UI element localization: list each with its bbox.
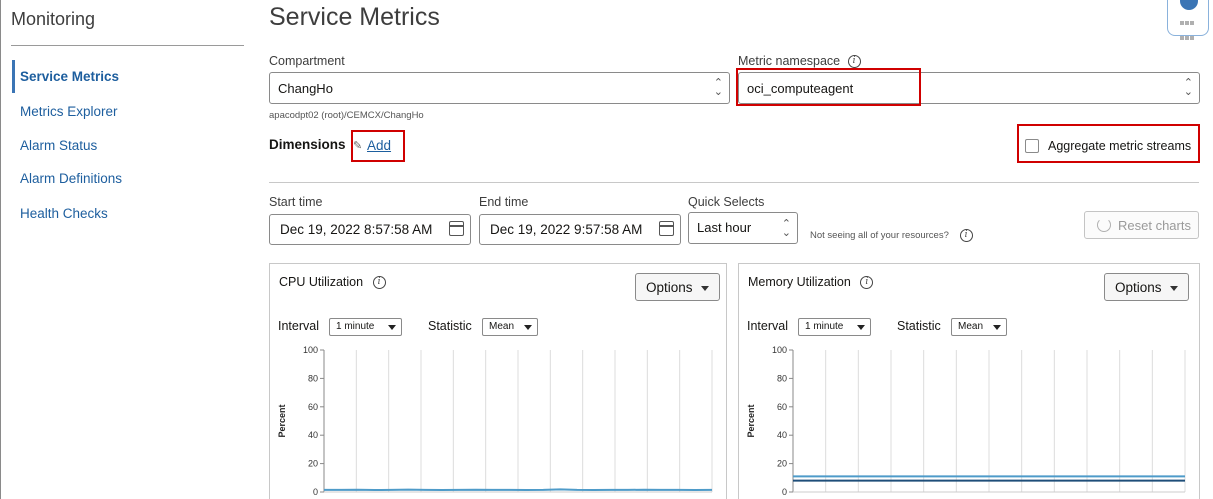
cpu-title-text: CPU Utilization	[279, 275, 364, 289]
cpu-statistic-label: Statistic	[428, 319, 472, 333]
end-time-label: End time	[479, 195, 529, 209]
caret-down-icon	[388, 325, 396, 330]
memory-statistic-select[interactable]: Mean	[951, 318, 1007, 336]
cpu-interval-select[interactable]: 1 minute	[329, 318, 402, 336]
cpu-options-label: Options	[646, 280, 693, 295]
caret-down-icon	[1169, 285, 1178, 291]
cpu-interval-label: Interval	[278, 319, 319, 333]
not-seeing-resources-text: Not seeing all of your resources? i	[810, 229, 973, 242]
info-icon[interactable]: i	[959, 229, 973, 242]
chart-panel-memory: Memory Utilization i Options Interval 1 …	[738, 263, 1200, 499]
chevron-updown-icon: ⌃ ⌄	[1183, 77, 1193, 98]
chevron-updown-icon: ⌃ ⌄	[713, 77, 723, 98]
quick-selects-select[interactable]: Last hour ⌃ ⌄	[688, 212, 798, 244]
memory-chart: 0 20 40 60 80 100 Percent	[746, 345, 1186, 497]
page-title: Service Metrics	[269, 3, 440, 31]
y-tick-label: 60	[308, 402, 318, 412]
y-tick-label: 0	[782, 487, 787, 497]
y-axis-label: Percent	[746, 404, 756, 437]
y-tick-label: 20	[777, 459, 787, 469]
compartment-path: apacodpt02 (root)/CEMCX/ChangHo	[269, 110, 424, 121]
dimensions-label: Dimensions	[269, 137, 346, 152]
highlight-box-aggregate	[1017, 124, 1200, 163]
active-indicator	[12, 60, 15, 93]
reset-icon	[1097, 218, 1111, 232]
sidebar-item-alarm-definitions[interactable]: Alarm Definitions	[20, 171, 122, 186]
info-icon[interactable]: i	[860, 276, 874, 290]
y-tick-label: 0	[313, 487, 318, 497]
namespace-label: Metric namespace i	[738, 54, 861, 69]
apps-grid-icon	[1180, 15, 1198, 40]
y-tick-label: 60	[777, 402, 787, 412]
cpu-options-button[interactable]: Options	[635, 273, 720, 301]
memory-panel-title: Memory Utilization i	[748, 275, 874, 290]
sidebar-item-service-metrics[interactable]: Service Metrics	[20, 69, 119, 84]
info-icon[interactable]: i	[847, 55, 861, 69]
y-axis-label: Percent	[277, 404, 287, 437]
namespace-label-text: Metric namespace	[738, 54, 841, 68]
caret-down-icon	[700, 285, 709, 291]
y-tick-label: 40	[777, 430, 787, 440]
main-content: Service Metrics Compartment ChangHo ⌃ ⌄ a…	[251, 0, 1213, 499]
cpu-panel-title: CPU Utilization i	[279, 275, 386, 290]
apps-menu-button[interactable]	[1167, 0, 1209, 40]
reset-charts-label: Reset charts	[1118, 218, 1191, 233]
user-avatar-icon	[1180, 0, 1198, 10]
sidebar-title: Monitoring	[11, 9, 96, 29]
memory-statistic-label: Statistic	[897, 319, 941, 333]
reset-charts-button[interactable]: Reset charts	[1084, 211, 1199, 239]
cpu-statistic-value: Mean	[489, 321, 515, 332]
end-time-value: Dec 19, 2022 9:57:58 AM	[490, 222, 643, 237]
calendar-icon[interactable]	[449, 221, 464, 236]
start-time-value: Dec 19, 2022 8:57:58 AM	[280, 222, 433, 237]
start-time-input[interactable]: Dec 19, 2022 8:57:58 AM	[269, 214, 471, 245]
memory-options-label: Options	[1115, 280, 1162, 295]
highlight-box-add	[351, 130, 405, 162]
start-time-label: Start time	[269, 195, 323, 209]
sidebar-item-health-checks[interactable]: Health Checks	[20, 206, 108, 221]
quick-selects-value: Last hour	[697, 220, 752, 235]
cpu-chart: 0 20 40 60 80 100 Percent	[277, 345, 713, 497]
memory-interval-value: 1 minute	[805, 321, 844, 332]
memory-interval-select[interactable]: 1 minute	[798, 318, 871, 336]
calendar-icon[interactable]	[659, 221, 674, 236]
compartment-label: Compartment	[269, 54, 345, 68]
memory-title-text: Memory Utilization	[748, 275, 851, 289]
caret-down-icon	[993, 325, 1001, 330]
y-tick-label: 40	[308, 430, 318, 440]
sidebar-item-metrics-explorer[interactable]: Metrics Explorer	[20, 104, 118, 119]
y-tick-label: 20	[308, 459, 318, 469]
sidebar-item-alarm-status[interactable]: Alarm Status	[20, 138, 97, 153]
compartment-value: ChangHo	[278, 81, 333, 96]
memory-statistic-value: Mean	[958, 321, 984, 332]
sidebar-divider	[11, 45, 244, 46]
sidebar: Monitoring Service Metrics Metrics Explo…	[1, 0, 251, 499]
end-time-input[interactable]: Dec 19, 2022 9:57:58 AM	[479, 214, 681, 245]
cpu-interval-value: 1 minute	[336, 321, 375, 332]
not-seeing-resources-label: Not seeing all of your resources?	[810, 230, 949, 242]
memory-interval-label: Interval	[747, 319, 788, 333]
quick-selects-label: Quick Selects	[688, 195, 765, 209]
series-line	[324, 488, 713, 492]
chart-panel-cpu: CPU Utilization i Options Interval 1 min…	[269, 263, 727, 499]
y-tick-label: 100	[772, 345, 787, 355]
divider	[269, 182, 1199, 183]
caret-down-icon	[857, 325, 865, 330]
highlight-box-namespace	[736, 68, 921, 106]
memory-options-button[interactable]: Options	[1104, 273, 1189, 301]
y-tick-label: 80	[308, 373, 318, 383]
y-tick-label: 100	[303, 345, 318, 355]
y-tick-label: 80	[777, 373, 787, 383]
caret-down-icon	[524, 325, 532, 330]
compartment-select[interactable]: ChangHo ⌃ ⌄	[269, 72, 730, 104]
info-icon[interactable]: i	[372, 276, 386, 290]
chevron-updown-icon: ⌃ ⌄	[781, 218, 791, 239]
cpu-statistic-select[interactable]: Mean	[482, 318, 538, 336]
